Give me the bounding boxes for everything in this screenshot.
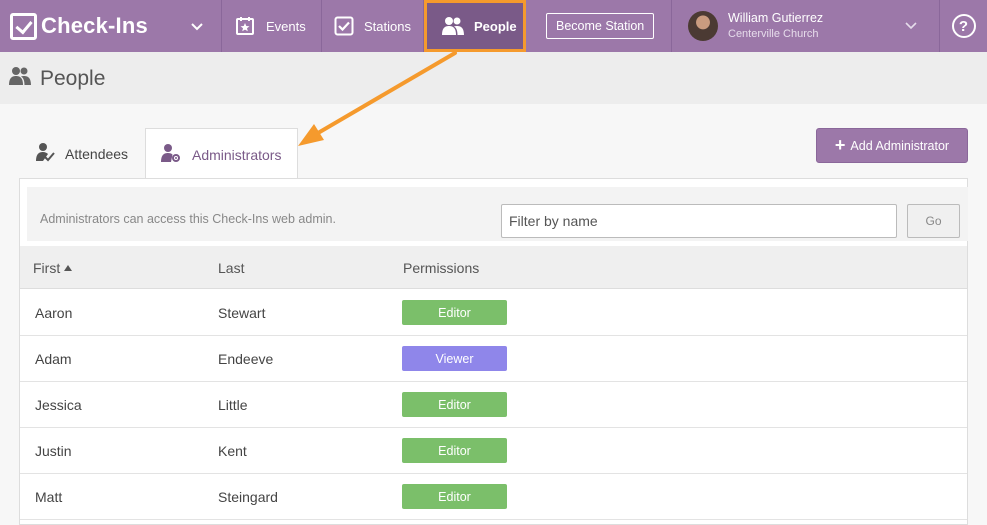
checkbox-logo-icon <box>10 12 37 40</box>
help-button[interactable]: ? <box>940 0 987 52</box>
calendar-star-icon <box>234 15 256 37</box>
add-administrator-label: Add Administrator <box>850 138 950 153</box>
app-name: Check-Ins <box>41 13 148 38</box>
people-icon <box>8 66 32 92</box>
first-name: Jessica <box>35 397 82 413</box>
nav-events-label: Events <box>266 18 306 34</box>
add-administrator-button[interactable]: + Add Administrator <box>816 128 968 163</box>
user-menu[interactable]: William Gutierrez Centerville Church <box>672 0 940 52</box>
tab-administrators-label: Administrators <box>192 146 282 163</box>
user-org: Centerville Church <box>728 28 819 40</box>
column-first-label: First <box>33 260 61 276</box>
page-title: People <box>8 66 105 92</box>
nav-people-label: People <box>474 18 517 34</box>
tab-attendees-label: Attendees <box>65 145 129 162</box>
filter-input[interactable] <box>501 204 897 238</box>
permission-badge: Editor <box>402 484 507 509</box>
nav-stations-label: Stations <box>364 18 411 34</box>
help-icon: ? <box>951 14 976 38</box>
tab-attendees[interactable]: Attendees <box>20 128 145 179</box>
last-name: Stewart <box>218 305 266 321</box>
tab-administrators[interactable]: Administrators <box>145 128 298 180</box>
title-band <box>0 52 987 104</box>
go-button[interactable]: Go <box>907 204 960 238</box>
avatar <box>688 11 718 41</box>
last-name: Endeeve <box>218 351 274 367</box>
table-row[interactable]: Jessica Little Editor <box>20 382 967 428</box>
plus-icon: + <box>834 135 846 155</box>
people-icon <box>442 15 464 37</box>
become-station-button[interactable]: Become Station <box>546 13 655 39</box>
person-gear-icon <box>160 143 182 166</box>
permission-badge: Editor <box>402 392 507 417</box>
info-text: Administrators can access this Check-Ins… <box>40 212 336 226</box>
permission-badge: Editor <box>402 300 507 325</box>
last-name: Steingard <box>218 489 278 505</box>
user-name: William Gutierrez <box>728 11 824 25</box>
table-row[interactable]: Justin Kent Editor <box>20 428 967 474</box>
nav-people[interactable]: People <box>424 0 526 52</box>
first-name: Adam <box>35 351 72 367</box>
first-name: Justin <box>35 443 72 459</box>
first-name: Matt <box>35 489 63 505</box>
person-check-icon <box>35 142 55 165</box>
column-permissions: Permissions <box>403 260 480 276</box>
app-switcher[interactable]: Check-Ins <box>0 0 222 52</box>
permission-badge: Viewer <box>402 346 507 371</box>
permission-badge: Editor <box>402 438 507 463</box>
table-row[interactable]: Aaron Stewart Editor <box>20 290 967 336</box>
table-header: First Last Permissions <box>20 246 967 289</box>
column-first[interactable]: First <box>33 260 73 276</box>
check-square-icon <box>334 15 354 37</box>
become-station-wrap: Become Station <box>526 0 672 52</box>
table-row[interactable]: Matt Steingard Editor <box>20 474 967 520</box>
sort-ascending-icon <box>64 265 73 271</box>
nav-events[interactable]: Events <box>222 0 322 52</box>
last-name: Little <box>218 397 248 413</box>
table-row[interactable]: Adam Endeeve Viewer <box>20 336 967 382</box>
last-name: Kent <box>218 443 247 459</box>
column-last[interactable]: Last <box>218 260 244 276</box>
info-bar: Administrators can access this Check-Ins… <box>27 187 968 241</box>
nav-stations[interactable]: Stations <box>322 0 424 52</box>
page-title-text: People <box>40 67 106 90</box>
top-navigation: Check-Ins Events Stations People Become … <box>0 0 987 52</box>
chevron-down-icon[interactable] <box>191 18 203 34</box>
administrators-panel: Administrators can access this Check-Ins… <box>19 178 968 525</box>
user-text: William Gutierrez Centerville Church <box>728 10 823 42</box>
chevron-down-icon[interactable] <box>905 19 917 33</box>
first-name: Aaron <box>35 305 73 321</box>
